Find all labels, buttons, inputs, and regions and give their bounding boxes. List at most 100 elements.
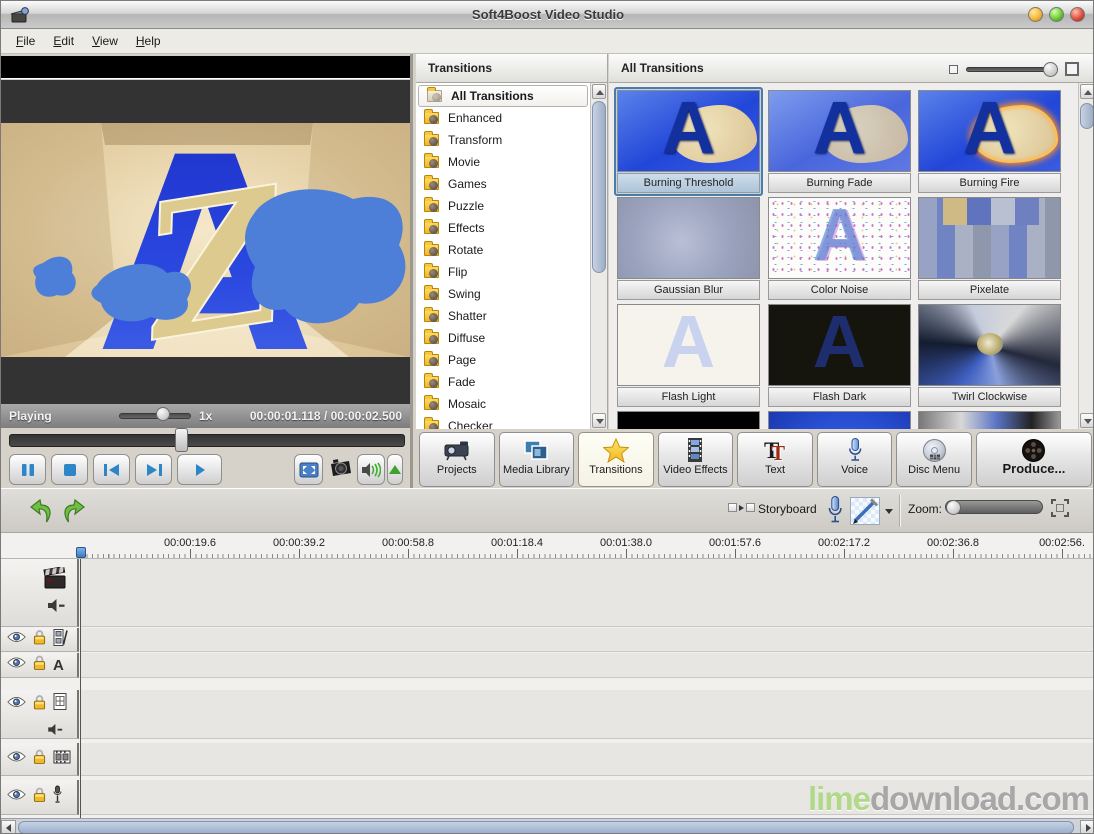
draw-tool-button[interactable] [850,497,880,525]
category-item-games[interactable]: Games [416,173,590,195]
text-track-lane[interactable] [81,653,1094,678]
mute-speaker-icon[interactable] [47,722,63,740]
video-preview[interactable]: A Z [1,123,410,357]
transition-partial-1[interactable] [614,408,763,429]
transition-flash-light[interactable]: Flash Light [614,301,763,410]
undo-button[interactable] [28,497,54,530]
playhead-marker[interactable] [76,547,86,558]
category-item-flip[interactable]: Flip [416,261,590,283]
transition-burning-fade[interactable]: Burning Fade [765,87,914,196]
fullscreen-button[interactable] [294,454,323,485]
category-item-enhanced[interactable]: Enhanced [416,107,590,129]
timeline-zoom-thumb[interactable] [946,500,961,515]
play-forward-button[interactable] [177,454,222,485]
scroll-right-button[interactable] [1080,820,1094,834]
title-bar[interactable]: Soft4Boost Video Studio [1,1,1094,29]
category-item-swing[interactable]: Swing [416,283,590,305]
thumbnail-size-slider-thumb[interactable] [1043,62,1058,77]
visibility-eye-icon[interactable] [7,788,26,806]
scroll-down-button[interactable] [1080,413,1094,428]
category-item-all-transitions[interactable]: All Transitions [418,85,588,107]
timeline-horizontal-scrollbar[interactable] [1,818,1094,834]
pause-button[interactable] [9,454,46,485]
category-item-rotate[interactable]: Rotate [416,239,590,261]
hscrollbar-thumb[interactable] [18,821,1074,834]
seek-bar-thumb[interactable] [175,428,188,452]
scroll-up-button[interactable] [592,84,606,99]
fit-to-screen-button[interactable] [1051,499,1069,522]
menu-file[interactable]: File [7,30,44,52]
video-overlay-track-lane[interactable] [81,743,1094,776]
mute-speaker-icon[interactable] [47,599,65,617]
stop-button[interactable] [51,454,88,485]
transition-pixelate[interactable]: Pixelate [915,194,1064,303]
speed-slider[interactable] [119,413,191,419]
visibility-eye-icon[interactable] [7,656,26,674]
transition-burning-fire[interactable]: Burning Fire [915,87,1064,196]
previous-button[interactable] [93,454,130,485]
snapshot-button[interactable] [327,456,355,485]
menu-help[interactable]: Help [127,30,170,52]
audio-button[interactable] [357,454,385,485]
tab-transitions[interactable]: Transitions [578,432,654,487]
speed-slider-thumb[interactable] [156,407,170,421]
tab-text[interactable]: TT Text [737,432,813,487]
category-item-fade[interactable]: Fade [416,371,590,393]
storyboard-toggle[interactable] [728,503,755,512]
effects-track-lane[interactable] [81,628,1094,652]
tab-voice[interactable]: Voice [817,432,893,487]
timeline-ruler[interactable]: 00:00:19.6 00:00:39.2 00:00:58.8 00:01:1… [1,533,1094,559]
lock-icon[interactable] [33,786,46,808]
redo-button[interactable] [61,497,87,530]
transition-partial-2[interactable] [765,408,914,429]
tab-video-effects[interactable]: Video Effects [658,432,734,487]
category-list-scrollbar[interactable] [590,83,607,429]
menu-view[interactable]: View [83,30,127,52]
video-track-lane[interactable] [81,559,1094,627]
scroll-down-button[interactable] [592,413,606,428]
transition-burning-threshold[interactable]: Burning Threshold [614,87,763,196]
scrollbar-thumb[interactable] [592,101,606,273]
category-item-movie[interactable]: Movie [416,151,590,173]
category-item-transform[interactable]: Transform [416,129,590,151]
volume-popup-button[interactable] [387,454,403,485]
category-item-diffuse[interactable]: Diffuse [416,327,590,349]
overlay-track-lane[interactable] [81,690,1094,739]
category-item-checker[interactable]: Checker [416,415,590,429]
scroll-left-button[interactable] [1,820,16,834]
minimize-button[interactable] [1028,7,1043,22]
category-item-mosaic[interactable]: Mosaic [416,393,590,415]
lock-icon[interactable] [33,629,46,651]
toolbar-divider [899,495,900,527]
category-item-shatter[interactable]: Shatter [416,305,590,327]
menu-edit[interactable]: Edit [44,30,83,52]
maximize-button[interactable] [1049,7,1064,22]
lock-icon[interactable] [33,654,46,676]
next-button[interactable] [135,454,172,485]
transition-partial-3[interactable] [915,408,1064,429]
lock-icon[interactable] [33,748,46,770]
tab-produce[interactable]: Produce... [976,432,1092,487]
draw-tool-dropdown-arrow[interactable] [885,509,893,514]
transition-gaussian-blur[interactable]: Gaussian Blur [614,194,763,303]
close-button[interactable] [1070,7,1085,22]
category-item-page[interactable]: Page [416,349,590,371]
category-item-effects[interactable]: Effects [416,217,590,239]
category-item-puzzle[interactable]: Puzzle [416,195,590,217]
visibility-eye-icon[interactable] [7,750,26,768]
tab-disc-menu[interactable]: Disc Menu [896,432,972,487]
gallery-scrollbar[interactable] [1078,83,1094,429]
transition-flash-dark[interactable]: Flash Dark [765,301,914,410]
visibility-eye-icon[interactable] [7,631,26,649]
tab-media-library[interactable]: Media Library [499,432,575,487]
visibility-eye-icon[interactable] [7,695,26,713]
transition-color-noise[interactable]: Color Noise [765,194,914,303]
record-voice-button[interactable] [827,495,843,530]
scrollbar-thumb[interactable] [1080,103,1094,129]
transition-twirl-clockwise[interactable]: Twirl Clockwise [915,301,1064,410]
tab-projects[interactable]: Projects [419,432,495,487]
lock-icon[interactable] [33,693,46,715]
voice-track-lane[interactable] [81,780,1094,815]
scroll-up-button[interactable] [1080,84,1094,99]
seek-bar[interactable] [9,434,405,447]
